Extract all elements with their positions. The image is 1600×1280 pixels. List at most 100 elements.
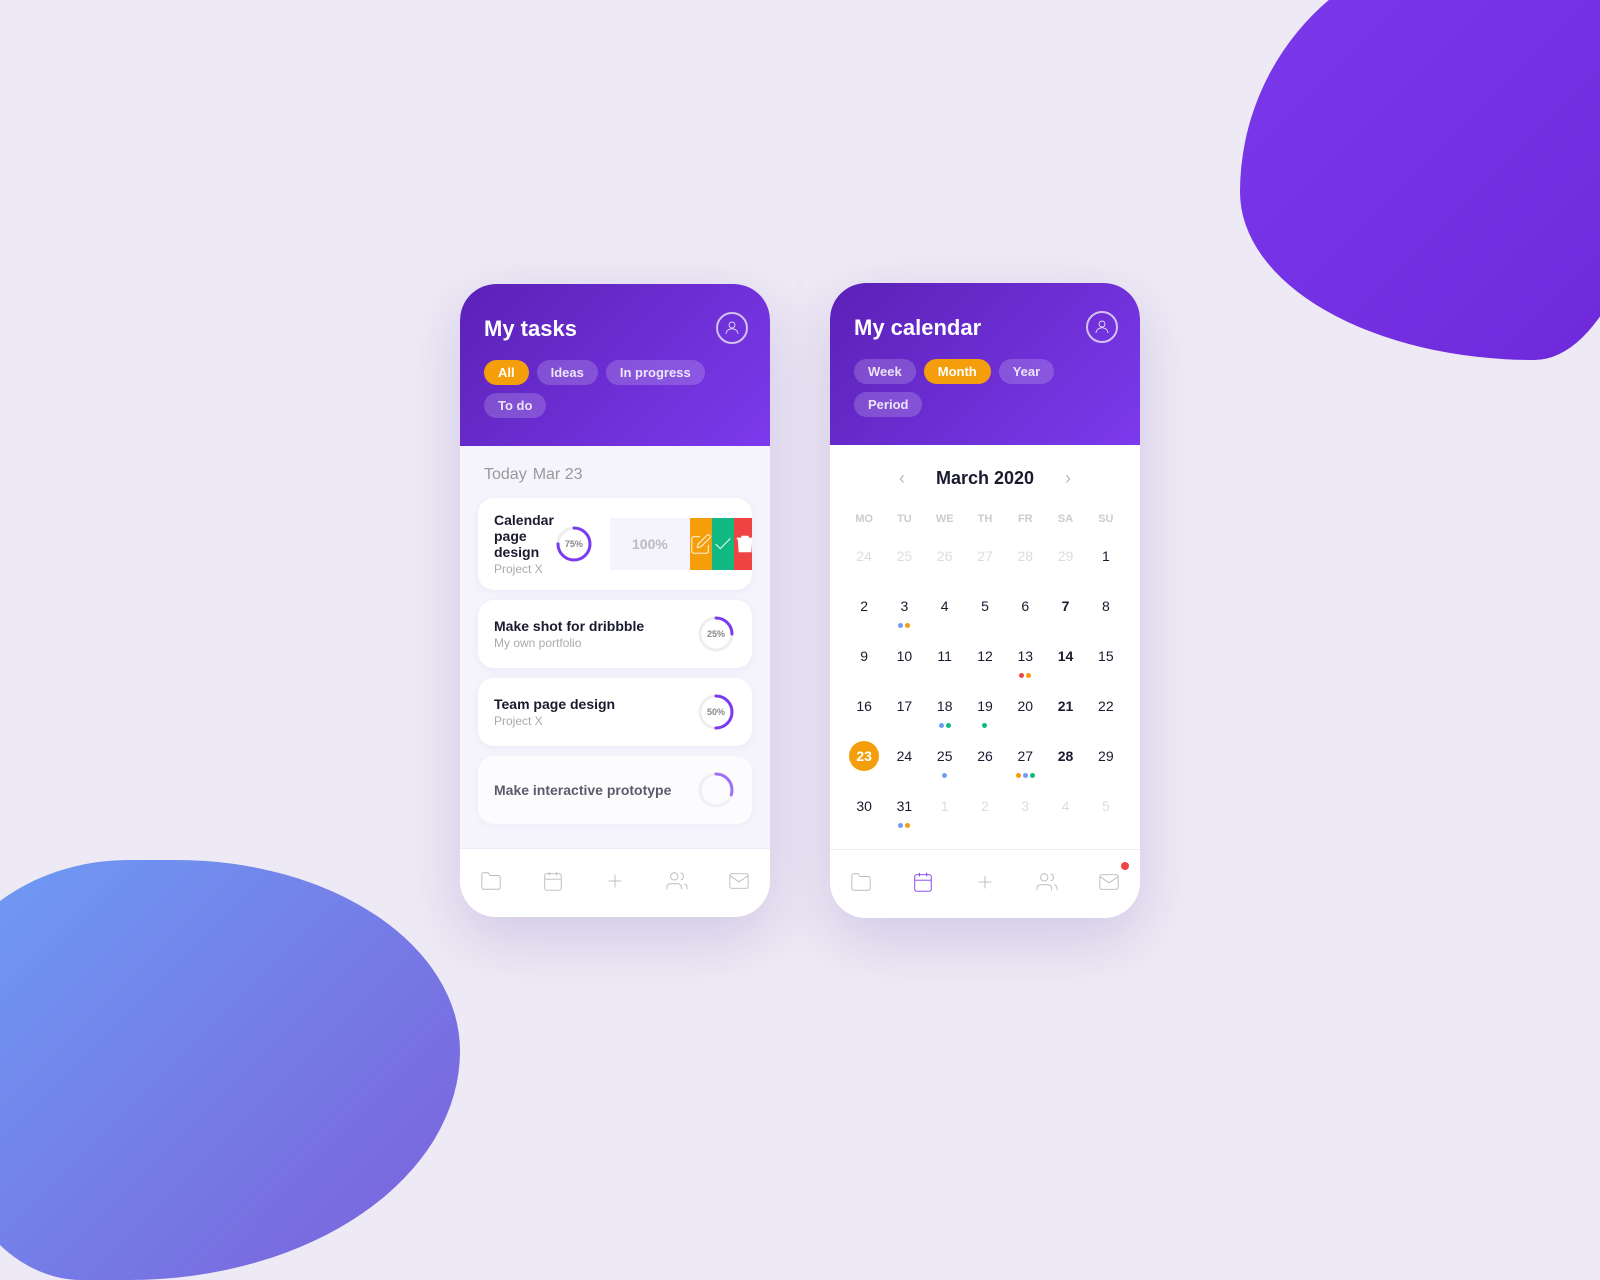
cal-tab-week[interactable]: Week	[854, 359, 916, 384]
cal-day-cell: 30	[844, 785, 884, 833]
task-1-progress: 75%	[554, 524, 594, 564]
cal-day-cell: 2	[844, 585, 884, 633]
task-1-subtitle: Project X	[494, 562, 554, 576]
task-2-pct: 25%	[707, 629, 725, 639]
task-1-title: Calendar page design	[494, 512, 554, 560]
task-1-actions: 100%	[610, 518, 752, 570]
calendar-bottom-nav	[830, 849, 1140, 918]
cal-tab-period[interactable]: Period	[854, 392, 922, 417]
tab-all[interactable]: All	[484, 360, 529, 385]
tasks-phone-card: My tasks All Ideas In progress To do Tod…	[460, 284, 770, 917]
task-3-subtitle: Project X	[494, 714, 615, 728]
cal-day-cell: 4	[925, 585, 965, 633]
cal-week-6: 30 31 1 2 3 4 5	[844, 785, 1126, 833]
task-1-full-pct: 100%	[632, 536, 668, 552]
tab-ideas[interactable]: Ideas	[537, 360, 598, 385]
nav-users[interactable]	[659, 863, 695, 899]
weekday-mo: MO	[844, 509, 884, 529]
cal-nav-users[interactable]	[1029, 864, 1065, 900]
tab-in-progress[interactable]: In progress	[606, 360, 705, 385]
delete-button[interactable]	[734, 518, 752, 570]
calendar-avatar[interactable]	[1086, 311, 1118, 343]
cal-day-cell: 12	[965, 635, 1005, 683]
cal-nav-calendar[interactable]	[905, 864, 941, 900]
cal-day-cell: 11	[925, 635, 965, 683]
cal-day-cell: 20	[1005, 685, 1045, 733]
tasks-title: My tasks	[484, 316, 746, 342]
tasks-avatar[interactable]	[716, 312, 748, 344]
cal-day-cell: 26	[925, 535, 965, 583]
cal-week-2: 2 3 4 5 6 7 8	[844, 585, 1126, 633]
task-4-title: Make interactive prototype	[494, 782, 671, 798]
cal-day-cell: 14	[1045, 635, 1085, 683]
cal-tab-month[interactable]: Month	[924, 359, 991, 384]
cal-week-1: 24 25 26 27 28 29 1	[844, 535, 1126, 583]
cal-day-cell: 7	[1045, 585, 1085, 633]
cal-day-cell: 18	[925, 685, 965, 733]
cal-day-cell: 25	[925, 735, 965, 783]
cal-tab-year[interactable]: Year	[999, 359, 1054, 384]
task-4-info: Make interactive prototype	[494, 782, 671, 798]
cal-day-cell: 28	[1005, 535, 1045, 583]
tasks-body: TodayMar 23 Calendar page design Project…	[460, 446, 770, 848]
cal-day-cell: 24	[884, 735, 924, 783]
cal-day-cell: 29	[1045, 535, 1085, 583]
weekday-we: WE	[925, 509, 965, 529]
task-3-info: Team page design Project X	[494, 696, 615, 728]
task-2-subtitle: My own portfolio	[494, 636, 644, 650]
cal-day-cell: 17	[884, 685, 924, 733]
calendar-tab-pills: Week Month Year Period	[854, 359, 1116, 417]
task-card-1-inner: Calendar page design Project X 75%	[478, 498, 610, 590]
cal-nav-add[interactable]	[967, 864, 1003, 900]
cal-day-cell: 3	[1005, 785, 1045, 833]
tasks-header: My tasks All Ideas In progress To do	[460, 284, 770, 446]
weekday-th: TH	[965, 509, 1005, 529]
cal-day-cell: 31	[884, 785, 924, 833]
nav-folder[interactable]	[473, 863, 509, 899]
cal-nav-mail[interactable]	[1091, 864, 1127, 900]
task-card-4: Make interactive prototype	[478, 756, 752, 824]
nav-calendar[interactable]	[535, 863, 571, 899]
cal-day-cell: 24	[844, 535, 884, 583]
nav-add[interactable]	[597, 863, 633, 899]
calendar-title: My calendar	[854, 315, 1116, 341]
task-3-progress: 50%	[696, 692, 736, 732]
cal-day-cell: 1	[1086, 535, 1126, 583]
cal-day-cell: 5	[1086, 785, 1126, 833]
cal-week-3: 9 10 11 12 13 14 15	[844, 635, 1126, 683]
cal-day-cell: 4	[1045, 785, 1085, 833]
cal-day-cell: 15	[1086, 635, 1126, 683]
prev-month-button[interactable]: ‹	[888, 465, 916, 493]
weekday-su: SU	[1086, 509, 1126, 529]
weekday-sa: SA	[1045, 509, 1085, 529]
nav-mail[interactable]	[721, 863, 757, 899]
cal-day-cell: 1	[925, 785, 965, 833]
task-card-1: Calendar page design Project X 75% 100%	[478, 498, 752, 590]
cal-day-cell: 23	[844, 735, 884, 783]
cal-day-cell: 19	[965, 685, 1005, 733]
cal-day-cell: 25	[884, 535, 924, 583]
check-button[interactable]	[712, 518, 734, 570]
cal-day-cell: 8	[1086, 585, 1126, 633]
tasks-tab-pills: All Ideas In progress To do	[484, 360, 746, 418]
edit-button[interactable]	[690, 518, 712, 570]
cal-day-cell: 9	[844, 635, 884, 683]
task-2-info: Make shot for dribbble My own portfolio	[494, 618, 644, 650]
cal-day-cell: 16	[844, 685, 884, 733]
next-month-button[interactable]: ›	[1054, 465, 1082, 493]
cal-day-cell: 13	[1005, 635, 1045, 683]
task-1-info: Calendar page design Project X	[494, 512, 554, 576]
calendar-header: My calendar Week Month Year Period	[830, 283, 1140, 445]
cal-nav-folder[interactable]	[843, 864, 879, 900]
today-header: TodayMar 23	[478, 466, 752, 484]
task-card-3: Team page design Project X 50%	[478, 678, 752, 746]
tab-to-do[interactable]: To do	[484, 393, 546, 418]
task-4-progress	[696, 770, 736, 810]
cal-week-4: 16 17 18 19 20 21 22	[844, 685, 1126, 733]
task-3-pct: 50%	[707, 707, 725, 717]
cal-day-cell: 26	[965, 735, 1005, 783]
task-3-title: Team page design	[494, 696, 615, 712]
cal-day-cell: 22	[1086, 685, 1126, 733]
calendar-phone-card: My calendar Week Month Year Period ‹ Mar…	[830, 283, 1140, 918]
blob-bottom-left	[0, 860, 460, 1280]
